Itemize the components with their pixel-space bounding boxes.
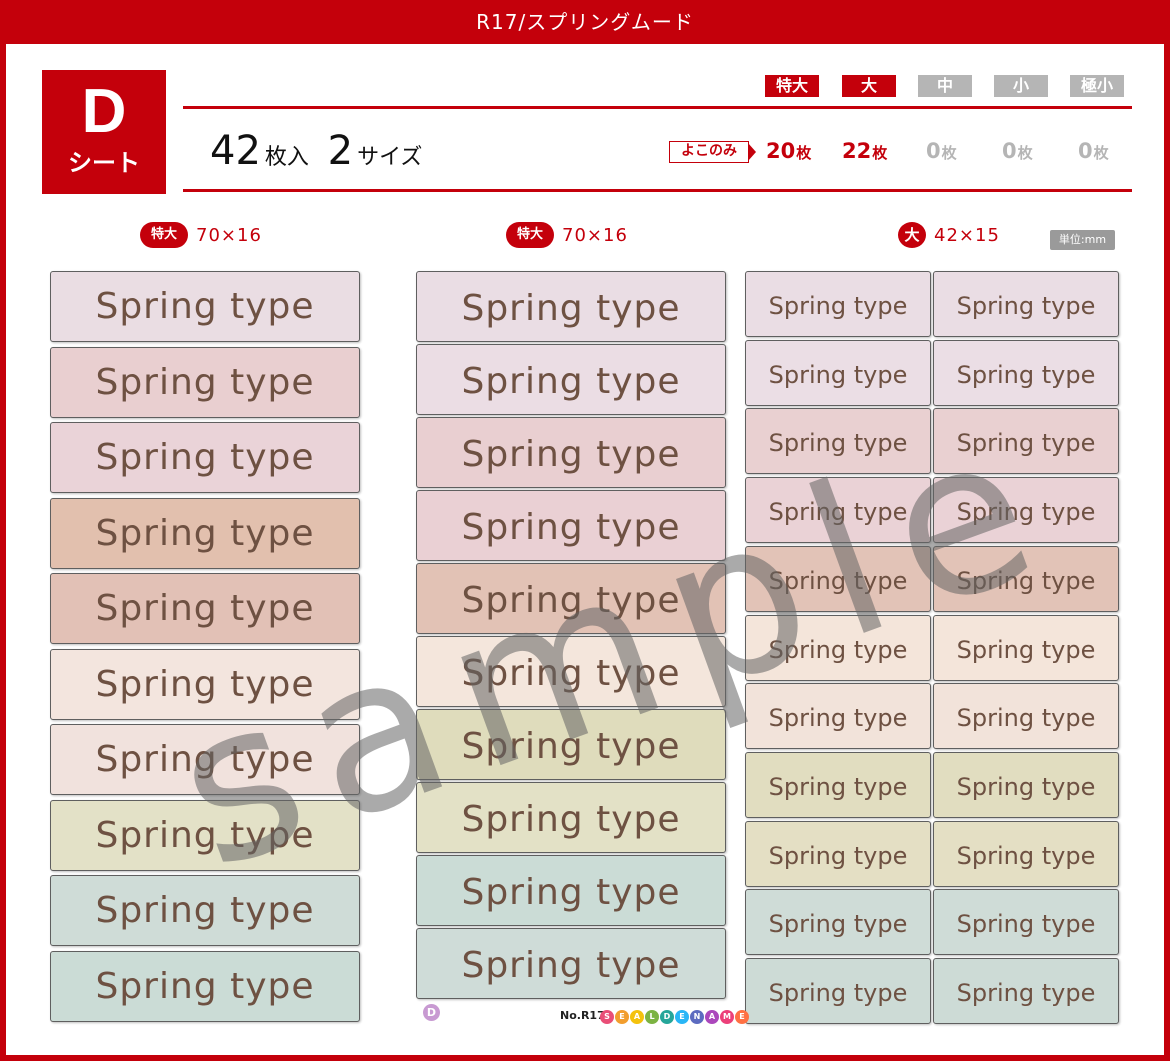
name-label: Spring type [745,614,931,681]
brand-letter: L [645,1009,659,1024]
brand-letter: E [675,1009,689,1024]
brand-letter: E [615,1009,629,1024]
name-label: Spring type [745,477,931,544]
name-label: Spring type [745,751,931,818]
footer-sheet-badge: D [423,1004,440,1021]
label-grid: Spring type Spring type Spring type Spring … [0,0,1170,1061]
name-label: Spring type [933,889,1119,956]
name-label: Spring type [50,950,360,1022]
name-label: Spring type [933,751,1119,818]
name-label: Spring type [745,683,931,750]
name-label: Spring type [416,271,726,342]
brand-letter: D [660,1009,674,1024]
name-label: Spring type [933,339,1119,406]
name-label: Spring type [745,271,931,337]
name-label: Spring type [933,271,1119,337]
name-label: Spring type [745,958,931,1024]
name-label: Spring type [416,709,726,780]
name-label: Spring type [416,928,726,999]
name-label: Spring type [50,271,360,342]
name-label: Spring type [416,782,726,853]
name-label: Spring type [933,477,1119,544]
name-label: Spring type [416,490,726,561]
name-label: Spring type [416,563,726,634]
name-label: Spring type [933,614,1119,681]
name-label: Spring type [933,683,1119,750]
name-label: Spring type [50,346,360,418]
name-label: Spring type [745,889,931,956]
name-label: Spring type [416,636,726,707]
name-label: Spring type [50,422,360,493]
footer-number: No.R17 [560,1009,605,1022]
brand-letter: N [690,1009,704,1024]
name-label: Spring type [50,573,360,644]
name-label: Spring type [745,820,931,887]
name-label: Spring type [50,724,360,795]
name-label: Spring type [50,497,360,569]
name-label: Spring type [416,855,726,926]
name-label: Spring type [933,545,1119,612]
brand-letter: A [630,1009,644,1024]
name-label: Spring type [50,875,360,946]
brand-logo: SEALDENAME [600,1006,750,1024]
name-label: Spring type [416,344,726,415]
name-label: Spring type [745,545,931,612]
name-label: Spring type [933,820,1119,887]
brand-letter: A [705,1009,719,1024]
brand-letter: E [735,1009,749,1024]
name-label: Spring type [933,408,1119,475]
name-label: Spring type [50,648,360,720]
name-label: Spring type [50,799,360,871]
brand-letter: M [720,1009,734,1024]
name-label: Spring type [745,339,931,406]
name-label: Spring type [933,958,1119,1024]
name-label: Spring type [416,417,726,488]
name-label: Spring type [745,408,931,475]
brand-letter: S [600,1009,614,1024]
